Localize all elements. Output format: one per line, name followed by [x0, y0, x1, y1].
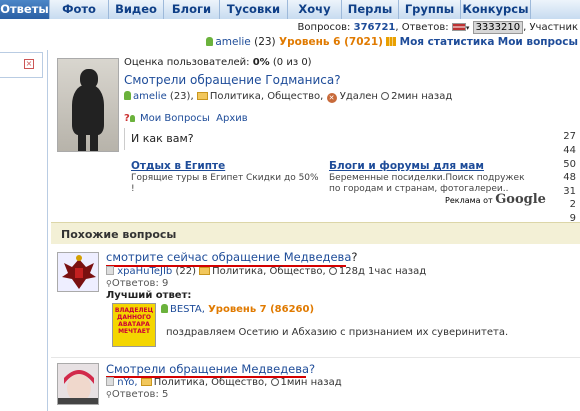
category-count: 27 — [563, 131, 576, 142]
folder-icon — [199, 267, 211, 275]
category-count: 31 — [563, 186, 576, 197]
ad-title[interactable]: Отдых в Египте — [131, 160, 225, 172]
stats-bar: Вопросов: 376721, Ответов: ▾ 3333210, Уч… — [0, 19, 580, 50]
my-questions-link[interactable]: Мои вопросы — [498, 36, 578, 48]
similar-question-title[interactable]: смотрите сейчас обращение Медведева? — [106, 250, 358, 264]
similar-meta: nYo, Политика, Общество, 1мин назад — [106, 377, 342, 388]
category-link[interactable]: Политика, Общество, — [154, 377, 268, 388]
top-nav: Ответы Фото Видео Блоги Тусовки Хочу Пер… — [0, 0, 580, 19]
archive-link[interactable]: Архив — [216, 113, 248, 124]
best-answer-avatar[interactable]: ВЛАДЕЛЕЦ ДАННОГО АВАТАРА МЕЧТАЕТ — [112, 303, 156, 347]
left-panel-box: × — [0, 52, 43, 78]
user-icon — [161, 304, 168, 313]
user-bar: amelie (23) Уровень 6 (7021) Моя статист… — [206, 36, 578, 48]
flag-icon[interactable] — [451, 23, 466, 31]
tab-more — [531, 0, 580, 19]
folder-icon — [196, 92, 208, 100]
answers-label: , Ответов: — [395, 22, 449, 33]
ad-label: Реклама от — [445, 196, 493, 205]
author-avatar[interactable] — [57, 58, 119, 152]
tab-parties[interactable]: Тусовки — [220, 0, 288, 19]
similar-question-title[interactable]: Смотрели обращение Медведева? — [106, 362, 315, 376]
close-icon[interactable]: × — [24, 59, 34, 69]
time-text: 1мин назад — [280, 377, 342, 388]
best-answer-meta: BESTA, Уровень 7 (86260) — [161, 304, 314, 315]
tab-pearls[interactable]: Перлы — [342, 0, 399, 19]
status-text: Удален — [339, 91, 378, 102]
answers-count: ⚲Ответов: 9 — [106, 278, 169, 289]
deleted-icon: ✕ — [326, 93, 337, 103]
user-rating: Оценка пользователей: 0% (0 из 0) — [124, 57, 312, 68]
category-count: 50 — [563, 159, 576, 170]
user-name-link[interactable]: amelie — [215, 36, 250, 48]
rating-value: 0% — [252, 57, 270, 68]
tab-photo[interactable]: Фото — [50, 0, 109, 19]
google-logo: Google — [495, 192, 546, 207]
user-icon — [206, 37, 214, 46]
questions-label: Вопросов: — [297, 22, 351, 33]
question-icon: ? — [124, 113, 130, 124]
question-title[interactable]: Смотрели обращение Годманиса? — [124, 73, 341, 87]
category-count: 2 — [569, 199, 576, 210]
author-link[interactable]: nYo, — [117, 377, 137, 388]
participants-label: , Участник — [523, 22, 578, 33]
user-icon — [124, 91, 131, 100]
rating-count: (0 из 0) — [272, 57, 312, 68]
category-link[interactable]: Политика, Общество, — [210, 91, 324, 102]
ad-text: Горящие туры в Египет Скидки до 50%! — [131, 173, 319, 194]
question-body: И как вам? — [124, 128, 324, 150]
questions-count: 376721 — [353, 22, 396, 33]
ad-title[interactable]: Блоги и форумы для мам — [329, 160, 484, 172]
author-count: (23), — [169, 91, 194, 102]
tab-wish[interactable]: Хочу — [288, 0, 342, 19]
category-count: 48 — [563, 172, 576, 183]
rating-label: Оценка пользователей: — [124, 57, 250, 68]
author-level: Уровень 7 (86260) — [208, 304, 315, 315]
clock-icon — [381, 92, 390, 100]
divider — [51, 357, 580, 358]
answers-count: 3333210 — [472, 21, 524, 34]
tab-contests[interactable]: Конкурсы — [461, 0, 531, 19]
clock-icon — [328, 267, 337, 275]
similar-header: Похожие вопросы — [51, 222, 580, 244]
ad-attribution[interactable]: Реклама от Google — [445, 192, 546, 207]
stats-icon — [386, 37, 397, 46]
dropdown-arrow-icon[interactable]: ▾ — [466, 24, 470, 32]
question-body-text: И как вам? — [131, 132, 194, 145]
user-level: Уровень 6 (7021) — [279, 36, 383, 48]
user-icon — [129, 115, 135, 122]
best-answer-label: Лучший ответ: — [106, 290, 192, 301]
tab-answers[interactable]: Ответы — [0, 0, 50, 19]
author-count: (22) — [175, 266, 196, 277]
category-count: 44 — [563, 145, 576, 156]
category-link[interactable]: Политика, Общество, — [212, 266, 326, 277]
user-icon — [106, 377, 114, 386]
question-thumbnail[interactable] — [57, 252, 99, 292]
best-answer-text: поздравляем Осетию и Абхазию с признание… — [166, 327, 509, 338]
clock-icon — [270, 378, 279, 386]
question-links: ? Мои Вопросы Архив — [124, 113, 248, 124]
user-count: (23) — [254, 36, 276, 48]
author-link[interactable]: BESTA, — [170, 304, 205, 315]
user-icon — [106, 266, 114, 275]
avatar-photo-icon — [58, 370, 98, 404]
answers-count: ⚲Ответов: 5 — [106, 389, 169, 400]
author-link[interactable]: xpaHuTeJIb — [117, 266, 172, 277]
time-text: 2мин назад — [391, 91, 453, 102]
site-stats: Вопросов: 376721, Ответов: ▾ 3333210, Уч… — [298, 21, 578, 34]
tab-blogs[interactable]: Блоги — [164, 0, 220, 19]
author-link[interactable]: amelie — [133, 91, 167, 102]
my-stats-link[interactable]: Моя статистика — [400, 36, 495, 48]
tab-groups[interactable]: Группы — [399, 0, 461, 19]
time-text: 128д 1час назад — [338, 266, 427, 277]
left-column — [0, 50, 48, 411]
tab-video[interactable]: Видео — [109, 0, 164, 19]
eagle-icon — [62, 255, 96, 289]
similar-meta: xpaHuTeJIb (22) Политика, Общество, 128д… — [106, 266, 426, 277]
question-meta: amelie (23), Политика, Общество, ✕ Удале… — [124, 91, 452, 103]
my-questions-link[interactable]: Мои Вопросы — [140, 113, 210, 124]
question-thumbnail[interactable] — [57, 363, 99, 405]
folder-icon — [140, 378, 152, 386]
